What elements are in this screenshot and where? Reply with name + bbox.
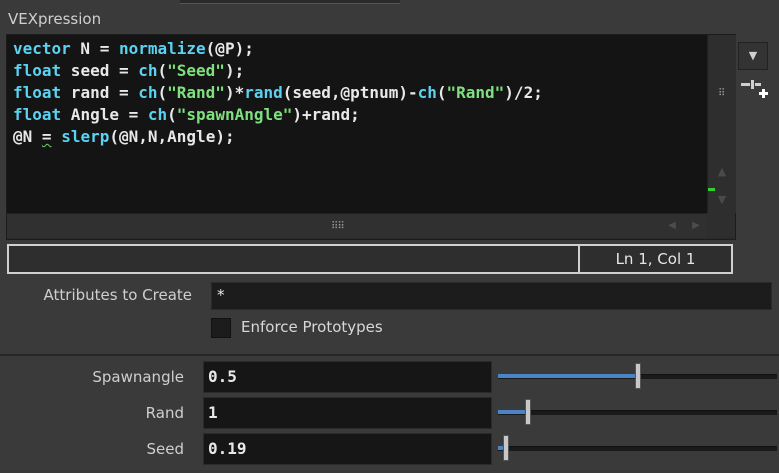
slider-track — [498, 446, 777, 451]
code-token: float — [13, 61, 62, 80]
seed-field[interactable]: 0.19 — [203, 433, 492, 465]
code-token: float — [13, 83, 62, 102]
code-token: ch — [417, 83, 437, 102]
code-token: "spawnAngle" — [176, 105, 293, 124]
attributes-field[interactable]: * — [211, 282, 772, 310]
scroll-corner — [707, 213, 735, 237]
code-token: ch — [138, 83, 158, 102]
top-tab-stub — [180, 0, 400, 4]
code-line: @N = slerp(@N,N,Angle); — [13, 126, 543, 148]
code-token: ( — [157, 61, 168, 80]
spawnangle-field[interactable]: 0.5 — [203, 361, 492, 393]
code-lines: vector N = normalize(@P); float seed = ch… — [13, 38, 543, 148]
slider-handle[interactable] — [525, 399, 531, 425]
section-title: VEXpression — [8, 10, 102, 28]
slider-handle[interactable] — [635, 363, 641, 389]
code-area[interactable]: vector N = normalize(@P); float seed = ch… — [7, 35, 707, 213]
slider-handle[interactable] — [503, 435, 509, 461]
code-token: vector — [13, 39, 71, 58]
code-token: ); — [224, 61, 245, 80]
slider-fill — [498, 410, 525, 414]
param-value: 1 — [208, 403, 218, 422]
code-line: float Angle = ch("spawnAngle")+rand; — [13, 104, 543, 126]
grip-icon[interactable]: ⠿⠿ — [331, 221, 345, 232]
vertical-scrollbar[interactable]: ▲ ▼ — [707, 35, 736, 213]
code-line: float rand = ch("Rand")*rand(seed,@ptnum… — [13, 82, 543, 104]
spawnangle-slider[interactable] — [498, 361, 777, 391]
code-token: Angle = — [61, 105, 148, 124]
code-token: float — [13, 105, 62, 124]
code-token: slerp — [61, 127, 110, 146]
code-token: "Seed" — [167, 61, 225, 80]
code-token: seed = — [61, 61, 139, 80]
code-token: )+rand; — [292, 105, 360, 124]
code-token: ch — [138, 61, 158, 80]
code-token: "Rand" — [167, 83, 225, 102]
rand-slider[interactable] — [498, 397, 777, 427]
enforce-prototypes-checkbox[interactable] — [211, 318, 231, 338]
attributes-value: * — [217, 286, 225, 304]
param-label: Spawnangle — [92, 368, 184, 386]
param-label: Rand — [145, 404, 184, 422]
code-line: vector N = normalize(@P); — [13, 38, 543, 60]
scroll-right-arrow-icon[interactable]: ▶ — [683, 214, 709, 238]
code-token: rand = — [61, 83, 139, 102]
param-value: 0.5 — [208, 367, 237, 386]
code-token: ch — [147, 105, 168, 124]
slider-fill — [498, 374, 635, 378]
code-token: (seed,@ptnum)- — [282, 83, 418, 102]
code-token: rand — [244, 83, 283, 102]
slider-track — [498, 410, 777, 415]
code-token: @N — [13, 127, 42, 146]
param-label: Seed — [146, 440, 185, 458]
scroll-up-arrow-icon[interactable]: ▲ — [708, 163, 736, 181]
param-value: 0.19 — [208, 439, 247, 458]
code-token: ( — [157, 83, 168, 102]
code-token: N = — [70, 39, 119, 58]
code-token: )/2; — [504, 83, 543, 102]
code-token: (@N,N,Angle); — [109, 127, 235, 146]
code-token: )* — [224, 83, 245, 102]
code-editor[interactable]: vector N = normalize(@P); float seed = ch… — [6, 34, 736, 240]
code-line: float seed = ch("Seed"); — [13, 60, 543, 82]
code-token: ( — [167, 105, 177, 124]
cursor-position: Ln 1, Col 1 — [615, 250, 696, 268]
grip-icon[interactable]: ⠿ — [718, 88, 725, 99]
horizontal-scrollbar[interactable]: ⠿⠿ ◀ ▶ — [7, 213, 707, 238]
code-token: normalize — [118, 39, 206, 58]
code-token: "Rand" — [446, 83, 505, 102]
attributes-label: Attributes to Create — [43, 286, 192, 304]
code-token: ( — [436, 83, 447, 102]
section-divider — [0, 354, 779, 356]
chevron-down-icon[interactable]: ▼ — [738, 42, 768, 70]
code-token: (@P); — [205, 39, 254, 58]
scroll-left-arrow-icon[interactable]: ◀ — [659, 214, 685, 238]
seed-slider[interactable] — [498, 433, 777, 463]
status-bar: Ln 1, Col 1 — [7, 244, 733, 274]
code-token: = — [41, 127, 52, 146]
scroll-down-arrow-icon[interactable]: ▼ — [708, 191, 736, 209]
rand-field[interactable]: 1 — [203, 397, 492, 429]
add-parameter-icon[interactable] — [739, 76, 769, 106]
enforce-prototypes-label: Enforce Prototypes — [241, 318, 383, 336]
